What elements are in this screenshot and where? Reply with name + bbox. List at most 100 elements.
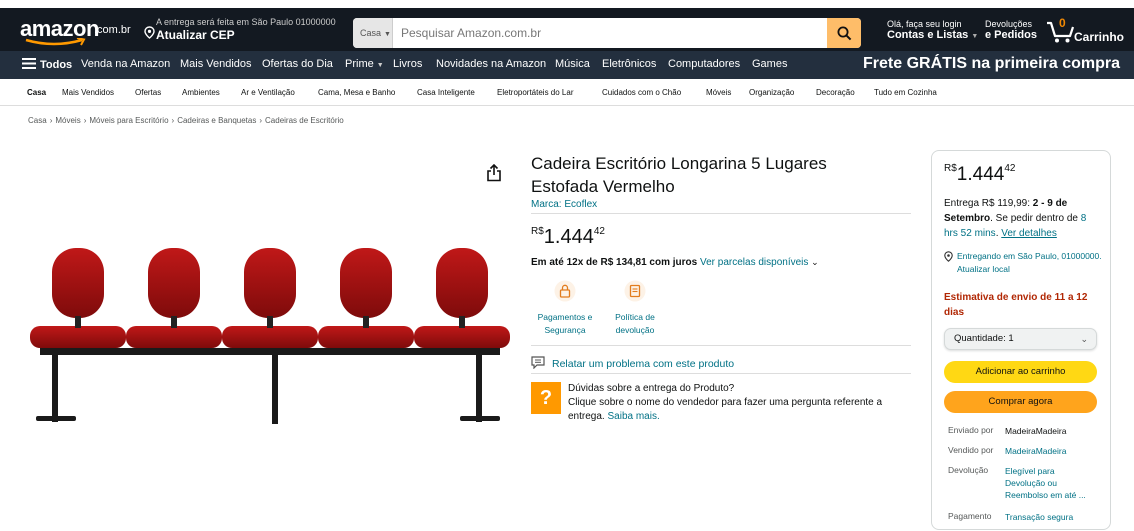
nav-item-prime[interactable]: Prime ▼ <box>345 58 384 70</box>
divider <box>531 213 911 214</box>
learn-more-link[interactable]: Saiba mais. <box>607 411 659 422</box>
seller-row-shipped: Enviado por MadeiraMadeira <box>948 425 1108 445</box>
sold-by-label: Vendido por <box>948 445 994 455</box>
hamburger-menu-icon <box>22 58 36 69</box>
subnav-item-smart-home[interactable]: Casa Inteligente <box>417 88 475 97</box>
location-pin-icon <box>144 26 155 39</box>
location-line2: Atualizar CEP <box>156 28 235 42</box>
subnav-item-best-sellers[interactable]: Mais Vendidos <box>62 88 114 97</box>
free-shipping-promo[interactable]: Frete GRÁTIS na primeira compra <box>863 55 1120 73</box>
subnav-item-decor[interactable]: Decoração <box>816 88 855 97</box>
report-problem[interactable]: Relatar um problema com este produto <box>531 356 734 370</box>
category-subnav: Casa Mais Vendidos Ofertas Ambientes Ar … <box>0 79 1134 106</box>
product-price: R$1.44442 <box>531 226 605 249</box>
returns-orders[interactable]: Devoluções e Pedidos <box>985 19 1037 41</box>
delivery-location-text: Entregando em São Paulo, 01000000. Atual… <box>957 251 1102 274</box>
return-policy-link[interactable]: Elegível para Devolução ou Reembolso em … <box>1005 465 1095 501</box>
delivery-question-text: Dúvidas sobre a entrega do Produto? Cliq… <box>568 382 908 424</box>
nav-item-electronics[interactable]: Eletrônicos <box>602 58 656 70</box>
nav-item-deals[interactable]: Ofertas do Dia <box>262 58 333 70</box>
seller-row-payment: Pagamento Transação segura <box>948 511 1108 531</box>
breadcrumb-item[interactable]: Móveis para Escritório <box>89 116 168 125</box>
question-icon: ? <box>531 382 561 414</box>
sold-by-link[interactable]: MadeiraMadeira <box>1005 445 1095 457</box>
quantity-label: Quantidade: 1 <box>954 333 1014 344</box>
breadcrumb-item[interactable]: Cadeiras e Banquetas <box>177 116 256 125</box>
subnav-item-organization[interactable]: Organização <box>749 88 794 97</box>
search-category-select[interactable]: Casa ▼ <box>353 18 393 48</box>
breadcrumb-item[interactable]: Móveis <box>55 116 80 125</box>
search-input[interactable] <box>393 18 823 48</box>
delivery-location[interactable]: A entrega será feita em São Paulo 010000… <box>144 16 344 44</box>
delivery-info: Entrega R$ 119,99: 2 - 9 de Setembro. Se… <box>944 198 1087 239</box>
report-problem-link[interactable]: Relatar um problema com este produto <box>552 358 734 370</box>
feature-payments-security[interactable]: Pagamentos e Segurança <box>535 280 595 337</box>
main-nav: Todos Venda na Amazon Mais Vendidos Ofer… <box>0 51 1134 79</box>
share-icon[interactable] <box>486 164 502 182</box>
delivery-location-update[interactable]: Entregando em São Paulo, 01000000. Atual… <box>944 250 1102 276</box>
subnav-item-furniture[interactable]: Móveis <box>706 88 731 97</box>
divider <box>531 373 911 374</box>
smile-arrow-icon <box>25 38 86 46</box>
buy-now-button[interactable]: Comprar agora <box>944 391 1097 413</box>
account-menu[interactable]: Olá, faça seu login Contas e Listas ▼ <box>887 19 978 41</box>
returns-line1: Devoluções <box>985 19 1033 29</box>
location-line1: A entrega será feita em São Paulo 010000… <box>156 17 336 27</box>
cart-label: Carrinho <box>1074 30 1125 44</box>
subnav-item-bedding[interactable]: Cama, Mesa e Banho <box>318 88 395 97</box>
account-line2-text: Contas e Listas <box>887 29 969 41</box>
nav-item-games[interactable]: Games <box>752 58 787 70</box>
subnav-item-air[interactable]: Ar e Ventilação <box>241 88 295 97</box>
nav-item-books[interactable]: Livros <box>393 58 422 70</box>
account-line1: Olá, faça seu login <box>887 19 962 29</box>
all-menu-label: Todos <box>40 59 73 71</box>
installments-link[interactable]: Ver parcelas disponíveis ⌄ <box>700 257 819 268</box>
buybox-price: R$1.44442 <box>944 163 1015 186</box>
caret-down-icon: ▼ <box>376 62 384 69</box>
amazon-logo[interactable]: amazon .com.br <box>20 14 138 48</box>
subnav-item-casa[interactable]: Casa <box>27 88 46 97</box>
subnav-item-rooms[interactable]: Ambientes <box>182 88 220 97</box>
product-image[interactable] <box>30 240 525 435</box>
divider <box>531 345 911 346</box>
feature-label: Pagamentos e Segurança <box>537 312 593 335</box>
breadcrumb: Casa › Móveis › Móveis para Escritório › Cadei… <box>28 116 344 125</box>
location-pin-icon <box>944 251 953 262</box>
nav-item-computers[interactable]: Computadores <box>668 58 740 70</box>
search-icon <box>837 26 851 40</box>
search-category-label: Casa <box>360 28 382 38</box>
delivery-details-link[interactable]: Ver detalhes <box>1001 228 1057 239</box>
shipping-estimate: Estimativa de envio de 11 a 12 dias <box>944 292 1088 318</box>
quantity-select[interactable]: Quantidade: 1 ⌄ <box>944 328 1097 350</box>
nav-item-music[interactable]: Música <box>555 58 590 70</box>
payment-link[interactable]: Transação segura <box>1005 511 1095 523</box>
question-title: Dúvidas sobre a entrega do Produto? <box>568 383 735 394</box>
logo-tld: .com.br <box>94 24 131 36</box>
search-button[interactable] <box>827 18 861 48</box>
breadcrumb-item[interactable]: Cadeiras de Escritório <box>265 116 344 125</box>
delivery-mid: . Se pedir dentro de <box>990 213 1078 224</box>
price-fraction: 42 <box>1004 163 1016 174</box>
nav-item-best-sellers[interactable]: Mais Vendidos <box>180 58 252 70</box>
report-flag-icon <box>531 356 545 369</box>
subnav-item-deals[interactable]: Ofertas <box>135 88 161 97</box>
subnav-item-kitchen[interactable]: Tudo em Cozinha <box>874 88 937 97</box>
chevron-down-icon: ⌄ <box>811 257 819 267</box>
feature-return-policy[interactable]: Política de devolução <box>605 280 665 337</box>
subnav-item-floor-care[interactable]: Cuidados com o Chão <box>602 88 681 97</box>
shipped-by-label: Enviado por <box>948 425 994 435</box>
all-menu-button[interactable]: Todos <box>22 58 72 71</box>
add-to-cart-button[interactable]: Adicionar ao carrinho <box>944 361 1097 383</box>
installments: Em até 12x de R$ 134,81 com juros Ver pa… <box>531 257 819 268</box>
nav-item-sell[interactable]: Venda na Amazon <box>81 58 170 70</box>
nav-item-prime-label: Prime <box>345 58 374 70</box>
subnav-item-appliances[interactable]: Eletroportáteis do Lar <box>497 88 574 97</box>
nav-item-new-releases[interactable]: Novidades na Amazon <box>436 58 546 70</box>
cart-button[interactable]: 0 Carrinho <box>1046 16 1126 46</box>
price-currency: R$ <box>531 226 544 237</box>
breadcrumb-item[interactable]: Casa <box>28 116 47 125</box>
chevron-down-icon: ⌄ <box>1080 334 1088 344</box>
price-currency: R$ <box>944 163 957 174</box>
brand-link[interactable]: Marca: Ecoflex <box>531 199 597 210</box>
caret-down-icon: ▼ <box>971 33 979 40</box>
